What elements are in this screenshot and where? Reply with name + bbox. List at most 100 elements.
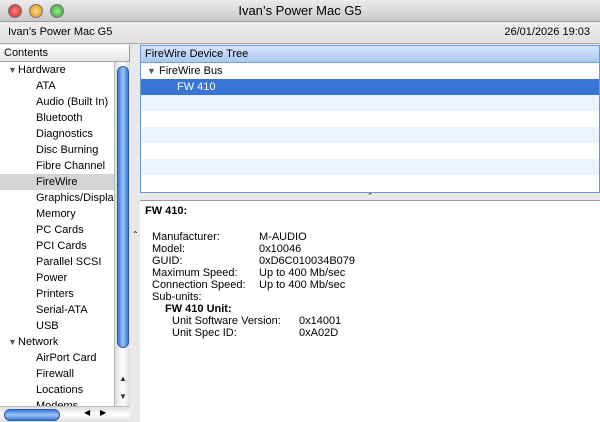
field-label: Model:: [152, 243, 186, 255]
detail-field: Connection Speed: Up to 400 Mb/sec: [152, 279, 595, 291]
sidebar-list: ▼Hardware ATA Audio (Built In) Bluetooth Dia…: [0, 62, 129, 414]
disclosure-triangle-icon[interactable]: ▼: [147, 63, 159, 79]
sidebar-item-label: Serial-ATA: [36, 304, 88, 316]
sidebar-item-label: Audio (Built In): [36, 96, 109, 108]
sidebar-item-label: Hardware: [18, 64, 66, 76]
field-value: 0x14001: [299, 315, 342, 327]
sidebar-item-label: PC Cards: [36, 224, 84, 236]
horizontal-scrollbar[interactable]: ◀ ▶: [0, 406, 130, 422]
sidebar-item[interactable]: FireWire: [0, 174, 114, 190]
detail-field: Model: 0x10046: [152, 243, 595, 255]
device-fields: Manufacturer: M-AUDIO Model: 0x10046 GUID: 0x…: [145, 231, 595, 291]
sidebar-item[interactable]: Audio (Built In): [0, 94, 114, 110]
sidebar-item-label: Fibre Channel: [36, 160, 106, 172]
sidebar-item-label: Locations: [36, 384, 84, 396]
sidebar-item[interactable]: Power: [0, 270, 114, 286]
sidebar-item[interactable]: Parallel SCSI: [0, 254, 114, 270]
sidebar-item[interactable]: Diagnostics: [0, 126, 114, 142]
sidebar-item-label: Disc Burning: [36, 144, 99, 156]
sidebar-item[interactable]: USB: [0, 318, 114, 334]
detail-field: GUID: 0xD6C010034B079: [152, 255, 595, 267]
sidebar-item[interactable]: AirPort Card: [0, 350, 114, 366]
minimize-button[interactable]: [29, 4, 43, 18]
sidebar-item-label: Printers: [36, 288, 74, 300]
tree-header: FireWire Device Tree: [141, 46, 599, 63]
sidebar-item-label: Network: [18, 336, 59, 348]
detail-title: FW 410:: [145, 205, 188, 217]
horizontal-splitter[interactable]: ⌃: [140, 193, 600, 201]
zoom-button[interactable]: [50, 4, 64, 18]
unit-title: FW 410 Unit:: [165, 303, 232, 315]
sidebar-item-label: Bluetooth: [36, 112, 83, 124]
scroll-left-arrow[interactable]: ◀: [84, 408, 90, 417]
sidebar-item-label: FireWire: [36, 176, 78, 188]
sidebar-item-label: Graphics/Displays: [36, 192, 114, 204]
field-value: Up to 400 Mb/sec: [259, 279, 346, 291]
sidebar-item-label: Memory: [36, 208, 76, 220]
field-label: Maximum Speed:: [152, 267, 238, 279]
sidebar-item-label: Power: [36, 272, 68, 284]
title-bar: Ivan’s Power Mac G5: [0, 0, 600, 22]
sidebar-item[interactable]: Serial-ATA: [0, 302, 114, 318]
splitter-grip-icon: ⌃: [132, 230, 139, 239]
sidebar-item[interactable]: ▼Network: [0, 334, 114, 350]
sidebar-item[interactable]: Printers: [0, 286, 114, 302]
empty-row: [141, 95, 599, 111]
subunits-label: Sub-units:: [152, 291, 202, 303]
empty-row: [141, 111, 599, 127]
field-label: GUID:: [152, 255, 183, 267]
sidebar-item-label: AirPort Card: [36, 352, 97, 364]
sidebar-item[interactable]: Locations: [0, 382, 114, 398]
contents-header: Contents: [0, 45, 129, 62]
field-value: 0xD6C010034B079: [259, 255, 356, 267]
date-time: 26/01/2026 19:03: [504, 26, 590, 38]
field-value: Up to 400 Mb/sec: [259, 267, 346, 279]
scroll-up-arrow[interactable]: ▲: [115, 370, 131, 388]
detail-field: Unit Software Version: 0x14001: [172, 315, 595, 327]
sidebar-item[interactable]: ATA: [0, 78, 114, 94]
sidebar-item-label: Parallel SCSI: [36, 256, 102, 268]
field-label: Unit Software Version:: [172, 315, 281, 327]
empty-row: [141, 127, 599, 143]
sidebar-item[interactable]: Firewall: [0, 366, 114, 382]
empty-row: [141, 143, 599, 159]
sidebar-item[interactable]: PCI Cards: [0, 238, 114, 254]
sidebar-item[interactable]: Fibre Channel: [0, 158, 114, 174]
tree-row-device[interactable]: FW 410: [141, 79, 599, 95]
sidebar-item[interactable]: Graphics/Displays: [0, 190, 114, 206]
device-tree: FireWire Device Tree ▼ FireWire Bus FW 41…: [140, 45, 600, 193]
detail-pane: FW 410: Manufacturer: M-AUDIO Model: 0x1004…: [140, 201, 600, 422]
sidebar-item[interactable]: Disc Burning: [0, 142, 114, 158]
sidebar-item[interactable]: Bluetooth: [0, 110, 114, 126]
disclosure-triangle-icon[interactable]: ▼: [8, 62, 18, 78]
scroll-thumb[interactable]: [117, 66, 129, 348]
field-value: 0x10046: [259, 243, 302, 255]
sidebar-item-label: ATA: [36, 80, 56, 92]
close-button[interactable]: [8, 4, 22, 18]
detail-field: Maximum Speed: Up to 400 Mb/sec: [152, 267, 595, 279]
vertical-splitter[interactable]: ⌃: [130, 45, 140, 422]
toolbar: Ivan’s Power Mac G5 26/01/2026 19:03: [0, 22, 600, 44]
field-label: Connection Speed:: [152, 279, 246, 291]
empty-row: [141, 175, 599, 191]
vertical-scrollbar[interactable]: ▲ ▼: [114, 62, 130, 406]
window-title: Ivan’s Power Mac G5: [238, 3, 362, 18]
hscroll-thumb[interactable]: [4, 409, 60, 421]
field-label: Manufacturer:: [152, 231, 220, 243]
unit-fields: Unit Software Version: 0x14001 Unit Spec I…: [145, 315, 595, 339]
field-label: Unit Spec ID:: [172, 327, 237, 339]
field-value: M-AUDIO: [259, 231, 307, 243]
sidebar-item[interactable]: PC Cards: [0, 222, 114, 238]
sidebar-item-label: PCI Cards: [36, 240, 87, 252]
sidebar-item[interactable]: Memory: [0, 206, 114, 222]
detail-field: Unit Spec ID: 0xA02D: [172, 327, 595, 339]
sidebar-item-label: Diagnostics: [36, 128, 93, 140]
scroll-down-arrow[interactable]: ▼: [115, 388, 131, 406]
scroll-right-arrow[interactable]: ▶: [100, 408, 106, 417]
sidebar-item-label: Firewall: [36, 368, 74, 380]
detail-field: Manufacturer: M-AUDIO: [152, 231, 595, 243]
computer-name: Ivan’s Power Mac G5: [8, 26, 113, 38]
disclosure-triangle-icon[interactable]: ▼: [8, 334, 18, 350]
sidebar-item[interactable]: ▼Hardware: [0, 62, 114, 78]
tree-row-bus[interactable]: ▼ FireWire Bus: [141, 63, 599, 79]
